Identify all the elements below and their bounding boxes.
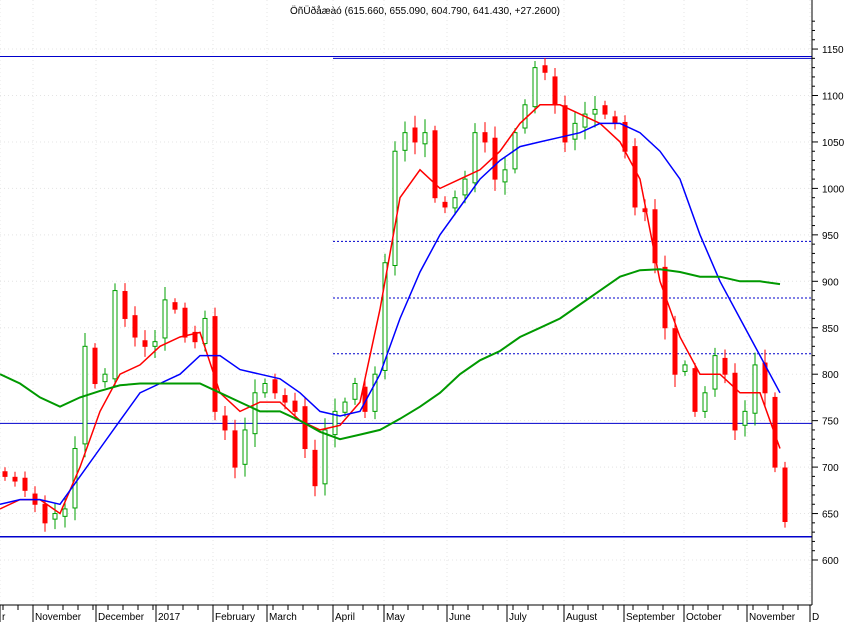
x-axis-ticks: r November December 2017 February March April M… [0,605,819,623]
candle-body [52,513,58,520]
x-tick-label: May [386,612,405,623]
candle-body [412,127,418,143]
y-tick-label: 700 [822,463,839,474]
x-tick-label: July [509,612,527,623]
candle-body [552,76,558,106]
y-tick-label: 950 [822,231,839,242]
candle-body [262,382,268,394]
candle-body [682,364,688,372]
candle-body [302,406,308,450]
x-tick-label: April [335,612,355,623]
x-tick-label: September [626,612,676,623]
candle-body [422,132,428,145]
y-tick-label: 750 [822,417,839,428]
y-tick-label: 1050 [822,138,844,149]
candle-body [232,430,238,468]
candle-body [482,132,488,143]
candle-body [462,178,468,196]
candle-body [352,382,358,400]
candle-body [452,197,458,209]
candle-body [742,410,748,426]
candle-body [112,290,118,380]
candle-body [142,340,148,347]
x-tick-label: August [566,612,597,623]
x-tick-label: D [812,612,819,623]
y-tick-label: 850 [822,324,839,335]
y-tick-label: 800 [822,370,839,381]
candle-body [392,150,398,267]
candle-body [182,307,188,338]
candle-body [502,169,508,183]
candle-body [312,449,318,487]
x-tick-label: December [98,612,145,623]
candle-body [132,315,138,338]
candle-body [782,467,788,523]
candle-body [492,137,498,180]
candle-body [92,347,98,384]
candle-body [612,116,618,124]
y-tick-label: 600 [822,556,839,567]
candle-body [692,368,698,412]
x-tick-label: November [749,612,796,623]
candle-body [522,104,528,129]
candle-body [162,299,168,339]
y-tick-label: 1100 [822,92,844,103]
candle-body [62,508,68,517]
candle-body [2,471,8,477]
candle-body [472,132,478,184]
candle-body [572,122,578,140]
candle-body [252,392,258,435]
candle-body [542,65,548,73]
candle-body [752,364,758,414]
candle-body [632,146,638,208]
candle-body [122,291,128,319]
x-tick-label: 2017 [158,612,181,623]
candle-body [42,503,48,524]
y-tick-label: 650 [822,510,839,521]
candle-body [342,401,348,413]
candle-body [702,392,708,412]
x-tick-label: June [449,612,471,623]
x-tick-label: February [215,612,255,623]
x-tick-label: r [2,612,6,623]
candle-body [12,476,18,482]
candle-body [222,415,228,431]
gridlines [0,0,812,605]
candle-body [592,108,598,115]
candle-body [202,317,208,345]
candle-body [712,355,718,390]
y-axis-ticks: 600 650 700 750 800 850 900 950 1000 1050 1100 1150 [812,20,844,567]
candle-body [442,201,448,208]
axes [0,0,813,606]
x-tick-label: October [686,612,722,623]
candles [2,57,788,532]
y-tick-label: 1150 [822,45,844,56]
candle-body [672,328,678,375]
level-lines [0,55,812,538]
candle-body [282,395,288,403]
candle-body [722,357,728,375]
candle-body [242,429,248,465]
x-tick-label: November [35,612,82,623]
x-tick-label: March [269,612,297,623]
candle-body [322,429,328,485]
candle-body [152,341,158,347]
candle-body [292,400,298,412]
candle-body [272,379,278,394]
candle-body [432,130,438,199]
candle-body [102,373,108,383]
candle-body [22,477,28,491]
candle-body [732,372,738,431]
candle-body [532,67,538,108]
stock-chart: ÖñÜðåæàó (615.660, 655.090, 604.790, 641… [0,0,844,623]
y-tick-label: 900 [822,277,839,288]
chart-title: ÖñÜðåæàó (615.660, 655.090, 604.790, 641… [290,5,560,17]
candle-body [402,132,408,151]
candle-body [602,105,608,115]
y-tick-label: 1000 [822,184,844,195]
candle-body [212,316,218,412]
candle-body [172,302,178,310]
